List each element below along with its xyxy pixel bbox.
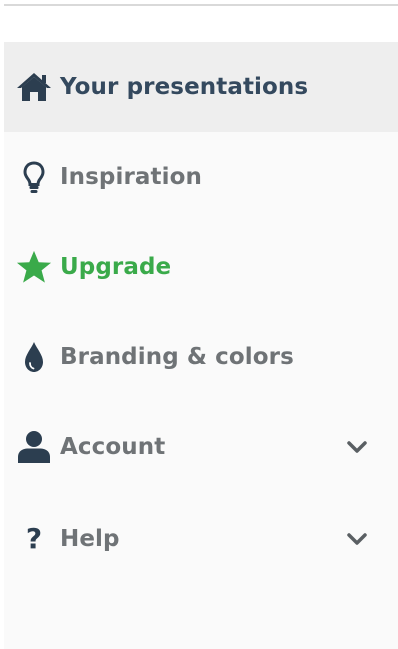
sidebar-item-label: Your presentations [60,74,309,100]
sidebar-item-label: Account [60,434,166,460]
user-icon [16,429,52,465]
chevron-down-icon[interactable] [346,532,368,546]
sidebar-item-label: Branding & colors [60,344,294,370]
sidebar-item-your-presentations[interactable]: Your presentations [4,42,398,132]
chevron-down-icon[interactable] [346,440,368,454]
sidebar-item-account[interactable]: Account [4,402,398,492]
sidebar-item-branding-colors[interactable]: Branding & colors [4,312,398,402]
top-divider [4,4,398,6]
sidebar-item-label: Upgrade [60,254,172,280]
sidebar-item-help[interactable]: ? Help [4,494,398,584]
sidebar-item-inspiration[interactable]: Inspiration [4,132,398,222]
star-icon [16,249,52,285]
droplet-icon [16,339,52,375]
sidebar-item-label: Help [60,526,120,552]
sidebar-item-label: Inspiration [60,164,202,190]
lightbulb-icon [16,159,52,195]
sidebar-nav: Your presentations Inspiration Upgrade B… [4,42,398,649]
sidebar-item-upgrade[interactable]: Upgrade [4,222,398,312]
app-frame: Your presentations Inspiration Upgrade B… [0,0,398,649]
home-icon [16,69,52,105]
question-icon: ? [25,522,43,555]
